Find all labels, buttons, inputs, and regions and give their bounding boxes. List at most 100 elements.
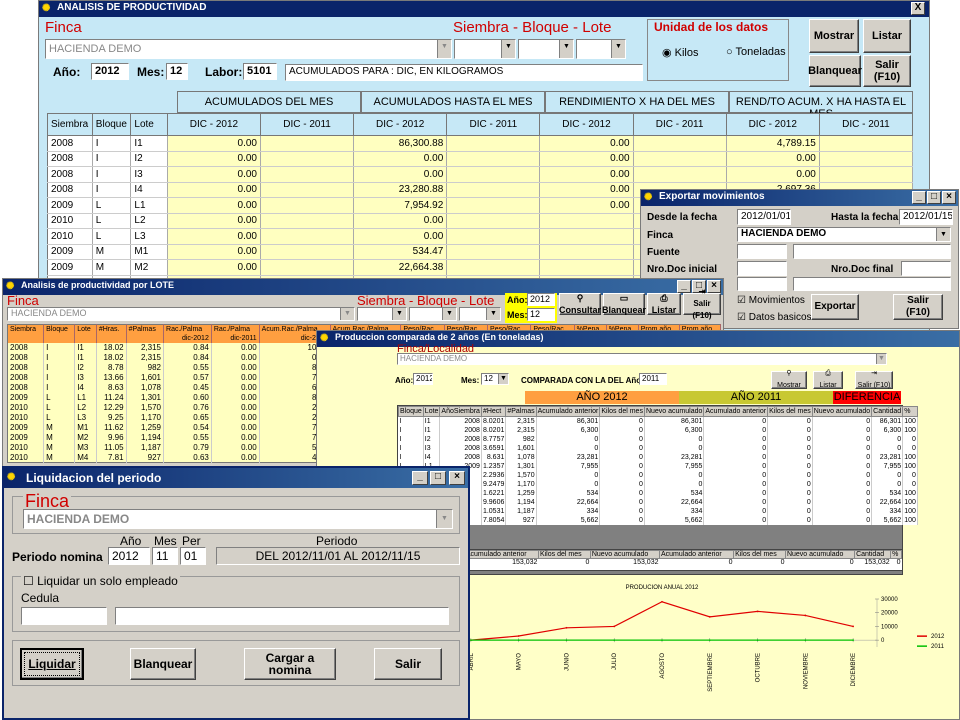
comp-row[interactable]: LL120091.23571,3017,95507,9550007,955100 bbox=[398, 461, 918, 471]
comp-row[interactable]: 2.2936 1,570 0 0 0 0 0 0 0 0 bbox=[398, 470, 918, 480]
main-titlebar: ✺ ANALISIS DE PRODUCTIVIDAD X bbox=[39, 1, 929, 17]
comp-ano2-input[interactable]: 2011 bbox=[639, 373, 667, 385]
comp-cell: 22,664 bbox=[536, 497, 601, 507]
finca-select[interactable]: HACIENDA DEMO ▼ bbox=[45, 39, 452, 59]
lote-blanquear-button[interactable]: ▭ Blanquear bbox=[602, 293, 646, 315]
export-salir-button[interactable]: Salir (F10) bbox=[893, 294, 943, 320]
comp-row[interactable]: 1.0531 1,187 334 0 334 0 0 0 334 100 bbox=[398, 506, 918, 516]
comp-row[interactable]: 9.2479 1,170 0 0 0 0 0 0 0 0 bbox=[398, 479, 918, 489]
x-tick-label: JUNIO bbox=[564, 653, 570, 671]
column-header: DIC - 2011 bbox=[819, 113, 914, 136]
liq-ano-label: Año bbox=[120, 534, 142, 548]
table-row[interactable]: 2008 I I2 0.00 0.00 0.00 0.00 bbox=[47, 151, 914, 167]
cedula-input[interactable] bbox=[21, 607, 107, 625]
comp-row[interactable]: I I2 2008 8.7757 982 0 0 0 0 0 0 0 0 bbox=[398, 434, 918, 444]
comp-row[interactable]: 7.8054 927 5,662 0 5,662 0 0 0 5,662 100 bbox=[398, 515, 918, 525]
lote-cell: M bbox=[43, 422, 76, 433]
table-row[interactable]: 2008 I I3 0.00 0.00 0.00 0.00 bbox=[47, 166, 914, 183]
lote-salir-button[interactable]: ⇥ Salir (F10) bbox=[683, 287, 721, 320]
unidad-label: Unidad de los datos bbox=[654, 20, 769, 34]
table-row[interactable]: 2008 I I1 0.00 86,300.88 0.00 4,789.15 bbox=[47, 135, 914, 152]
comp-cell: 1,187 bbox=[505, 506, 537, 516]
liq-salir-button[interactable]: Salir bbox=[374, 648, 442, 680]
lote-siembra-select[interactable]: ▼ bbox=[357, 307, 407, 321]
comp-row[interactable]: 9.9606 1,194 22,664 0 22,664 0 0 0 22,664 100 bbox=[398, 497, 918, 507]
lote-ano-input[interactable]: 2012 bbox=[527, 293, 555, 306]
hasta-input[interactable]: 2012/01/15 bbox=[899, 209, 953, 225]
cargar-nomina-button[interactable]: Cargar a nomina bbox=[244, 648, 336, 680]
minimize-icon[interactable]: _ bbox=[412, 471, 428, 485]
lote-finca-select[interactable]: HACIENDA DEMO ▼ bbox=[7, 307, 355, 321]
comp-mostrar-button[interactable]: ⚲ Mostrar bbox=[771, 370, 807, 389]
lote-listar-button[interactable]: ⎙ Listar bbox=[647, 293, 681, 315]
liq-blanquear-button[interactable]: Blanquear bbox=[130, 648, 196, 680]
table-cell bbox=[446, 151, 541, 167]
listar-button[interactable]: Listar bbox=[863, 19, 911, 53]
toneladas-radio[interactable]: ○ Toneladas bbox=[726, 46, 786, 58]
comp-row[interactable]: I I4 2008 8.631 1,078 23,281 0 23,281 0 0 0 23,281 1… bbox=[398, 452, 918, 462]
comp-row[interactable]: I I1 2008 8.0201 2,315 86,301 0 86,301 0 0 0 86,301… bbox=[398, 416, 918, 426]
minimize-icon[interactable]: _ bbox=[912, 191, 926, 204]
liquidar-button[interactable]: Liquidar bbox=[20, 648, 84, 680]
liq-mes-input[interactable]: 11 bbox=[152, 547, 178, 565]
close-icon[interactable]: × bbox=[942, 191, 956, 204]
export-finca-select[interactable]: HACIENDA DEMO ▼ bbox=[737, 227, 951, 242]
comp-cell: 0 bbox=[902, 434, 918, 444]
comp-row[interactable]: I I1 2008 8.0201 2,315 6,300 0 6,300 0 0 0 6,300 100 bbox=[398, 425, 918, 435]
comp-cell: 0 bbox=[599, 488, 645, 498]
column-header: Kilos del mes bbox=[733, 550, 786, 559]
kilos-radio[interactable]: ◉ Kilos bbox=[662, 46, 699, 59]
exportar-button[interactable]: Exportar bbox=[811, 294, 859, 320]
close-icon[interactable]: × bbox=[449, 471, 465, 485]
chevron-down-icon: ▼ bbox=[486, 308, 500, 320]
mes-input[interactable]: 12 bbox=[166, 63, 188, 80]
desde-input[interactable]: 2012/01/01 bbox=[737, 209, 791, 225]
labor-input[interactable]: 5101 bbox=[243, 63, 277, 80]
total-cell: 153,032 bbox=[633, 559, 659, 566]
ano-input[interactable]: 2012 bbox=[91, 63, 129, 80]
data-point bbox=[852, 639, 855, 642]
binoculars-icon: ⚲ bbox=[576, 293, 584, 303]
mostrar-button[interactable]: Mostrar bbox=[809, 19, 859, 53]
comp-ano-input[interactable]: 2012 bbox=[413, 373, 433, 385]
comp-cell: 0 bbox=[536, 443, 601, 453]
lote-lote-select[interactable]: ▼ bbox=[459, 307, 501, 321]
nroini-input[interactable] bbox=[737, 261, 787, 276]
minimize-icon[interactable]: _ bbox=[677, 280, 691, 293]
comp-finca-select[interactable]: HACIENDA DEMO ▼ bbox=[397, 353, 887, 365]
lote-mes-input[interactable]: 12 bbox=[527, 308, 555, 321]
total-cell: 0 bbox=[585, 559, 590, 566]
column-header: DIC - 2012 bbox=[539, 113, 634, 136]
maximize-icon[interactable]: □ bbox=[927, 191, 941, 204]
comp-mes-select[interactable]: 12 ▼ bbox=[481, 373, 509, 385]
comp-cell: 534 bbox=[536, 488, 601, 498]
lote-mes-label: Mes: bbox=[507, 310, 528, 320]
comp-cell: 0 bbox=[767, 434, 813, 444]
fuente-input[interactable] bbox=[737, 244, 787, 259]
maximize-icon[interactable]: □ bbox=[430, 471, 446, 485]
movimientos-checkbox[interactable]: ☑ Movimientos bbox=[737, 295, 805, 306]
close-button[interactable]: X bbox=[911, 2, 925, 15]
comp-cell: 0 bbox=[812, 470, 873, 480]
consultar-button[interactable]: ⚲ Consultar bbox=[559, 293, 601, 315]
blanquear-button[interactable]: Blanquear bbox=[808, 55, 862, 87]
datos-basicos-checkbox[interactable]: ☑ Datos basicos bbox=[737, 312, 812, 323]
salir-button[interactable]: Salir (F10) bbox=[863, 55, 911, 87]
nrofin-input[interactable] bbox=[901, 261, 951, 276]
lote-select[interactable]: ▼ bbox=[576, 39, 626, 59]
liq-per-input[interactable]: 01 bbox=[180, 547, 206, 565]
bloque-select[interactable]: ▼ bbox=[518, 39, 574, 59]
comp-salir-button[interactable]: ⇥ Salir (F10) bbox=[855, 370, 893, 389]
siembra-select[interactable]: ▼ bbox=[454, 39, 516, 59]
comp-listar-button[interactable]: ⎙ Listar bbox=[813, 370, 843, 389]
table-cell bbox=[446, 228, 541, 245]
close-icon[interactable]: × bbox=[707, 280, 721, 293]
comp-row[interactable]: 1.6221 1,259 534 0 534 0 0 0 534 100 bbox=[398, 488, 918, 498]
lote-bloque-select[interactable]: ▼ bbox=[409, 307, 457, 321]
liq-finca-select[interactable]: HACIENDA DEMO ▼ bbox=[23, 509, 453, 529]
solo-empleado-checkbox[interactable]: ☐ Liquidar un solo empleado bbox=[21, 574, 180, 588]
desde-label: Desde la fecha bbox=[647, 212, 718, 223]
lote-cell: L1 bbox=[74, 392, 97, 403]
comp-row[interactable]: I I3 2008 3.6591 1,601 0 0 0 0 0 0 0 0 bbox=[398, 443, 918, 453]
liq-ano-input[interactable]: 2012 bbox=[108, 547, 150, 565]
